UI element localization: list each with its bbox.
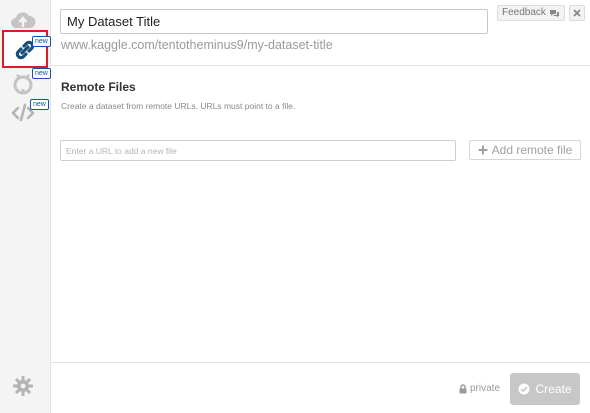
dataset-title-input[interactable] [60, 9, 488, 34]
comments-icon [549, 9, 559, 17]
dataset-header: www.kaggle.com/tentotheminus9/my-dataset… [51, 0, 590, 66]
lock-icon [459, 383, 467, 393]
create-label: Create [535, 382, 572, 396]
privacy-toggle[interactable]: private [459, 383, 500, 394]
footer: private Create [51, 362, 590, 413]
sidebar-item-remote-urls[interactable]: new [2, 30, 51, 68]
check-circle-icon [518, 383, 530, 395]
remote-files-title: Remote Files [61, 80, 136, 94]
settings-button[interactable] [0, 370, 50, 402]
sidebar-item-code[interactable]: new [0, 96, 50, 128]
create-button[interactable]: Create [510, 373, 580, 405]
new-badge: new [30, 99, 49, 110]
gear-icon [13, 376, 33, 396]
new-badge: new [32, 36, 51, 47]
plus-icon [478, 145, 488, 155]
add-remote-file-label: Add remote file [491, 143, 573, 157]
privacy-label: private [470, 383, 501, 394]
new-badge: new [32, 68, 51, 79]
close-button[interactable] [569, 5, 585, 21]
add-remote-file-button[interactable]: Add remote file [469, 140, 581, 160]
sidebar: new new new [0, 0, 51, 413]
remote-files-description: Create a dataset from remote URLs. URLs … [61, 101, 296, 111]
dataset-url: www.kaggle.com/tentotheminus9/my-dataset… [61, 38, 333, 52]
remote-url-input[interactable] [60, 140, 456, 161]
close-icon [573, 9, 581, 17]
feedback-button[interactable]: Feedback [497, 5, 565, 21]
feedback-label: Feedback [502, 7, 546, 18]
